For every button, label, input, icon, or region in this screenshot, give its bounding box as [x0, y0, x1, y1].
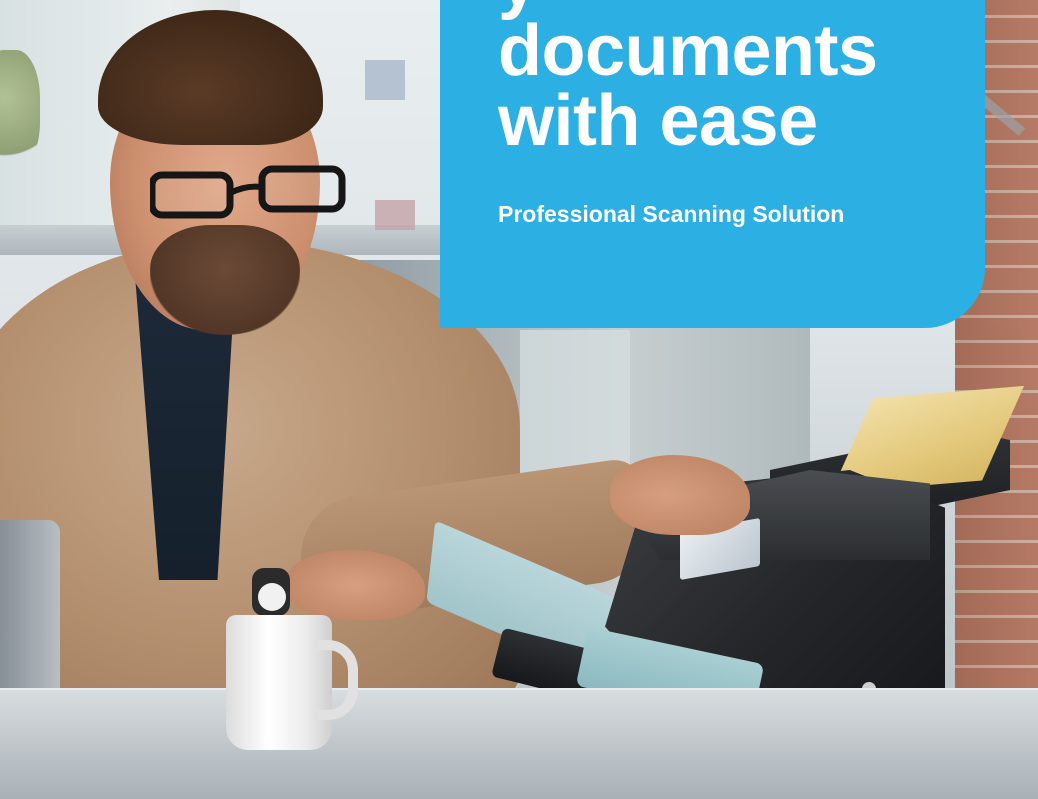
desk: [0, 690, 1038, 799]
headline-line: with ease: [498, 81, 818, 161]
background-note: [365, 60, 405, 100]
glasses-icon: [150, 165, 346, 219]
subheadline: Professional Scanning Solution: [498, 201, 845, 227]
headline-line: documents: [498, 11, 878, 91]
mug-handle: [318, 640, 358, 720]
coffee-mug-icon: [226, 615, 332, 750]
background-note: [375, 200, 415, 230]
person-beard: [150, 225, 300, 335]
background-plant: [0, 50, 40, 170]
watch-face: [258, 583, 286, 611]
headline: y documents with ease: [498, 0, 878, 161]
